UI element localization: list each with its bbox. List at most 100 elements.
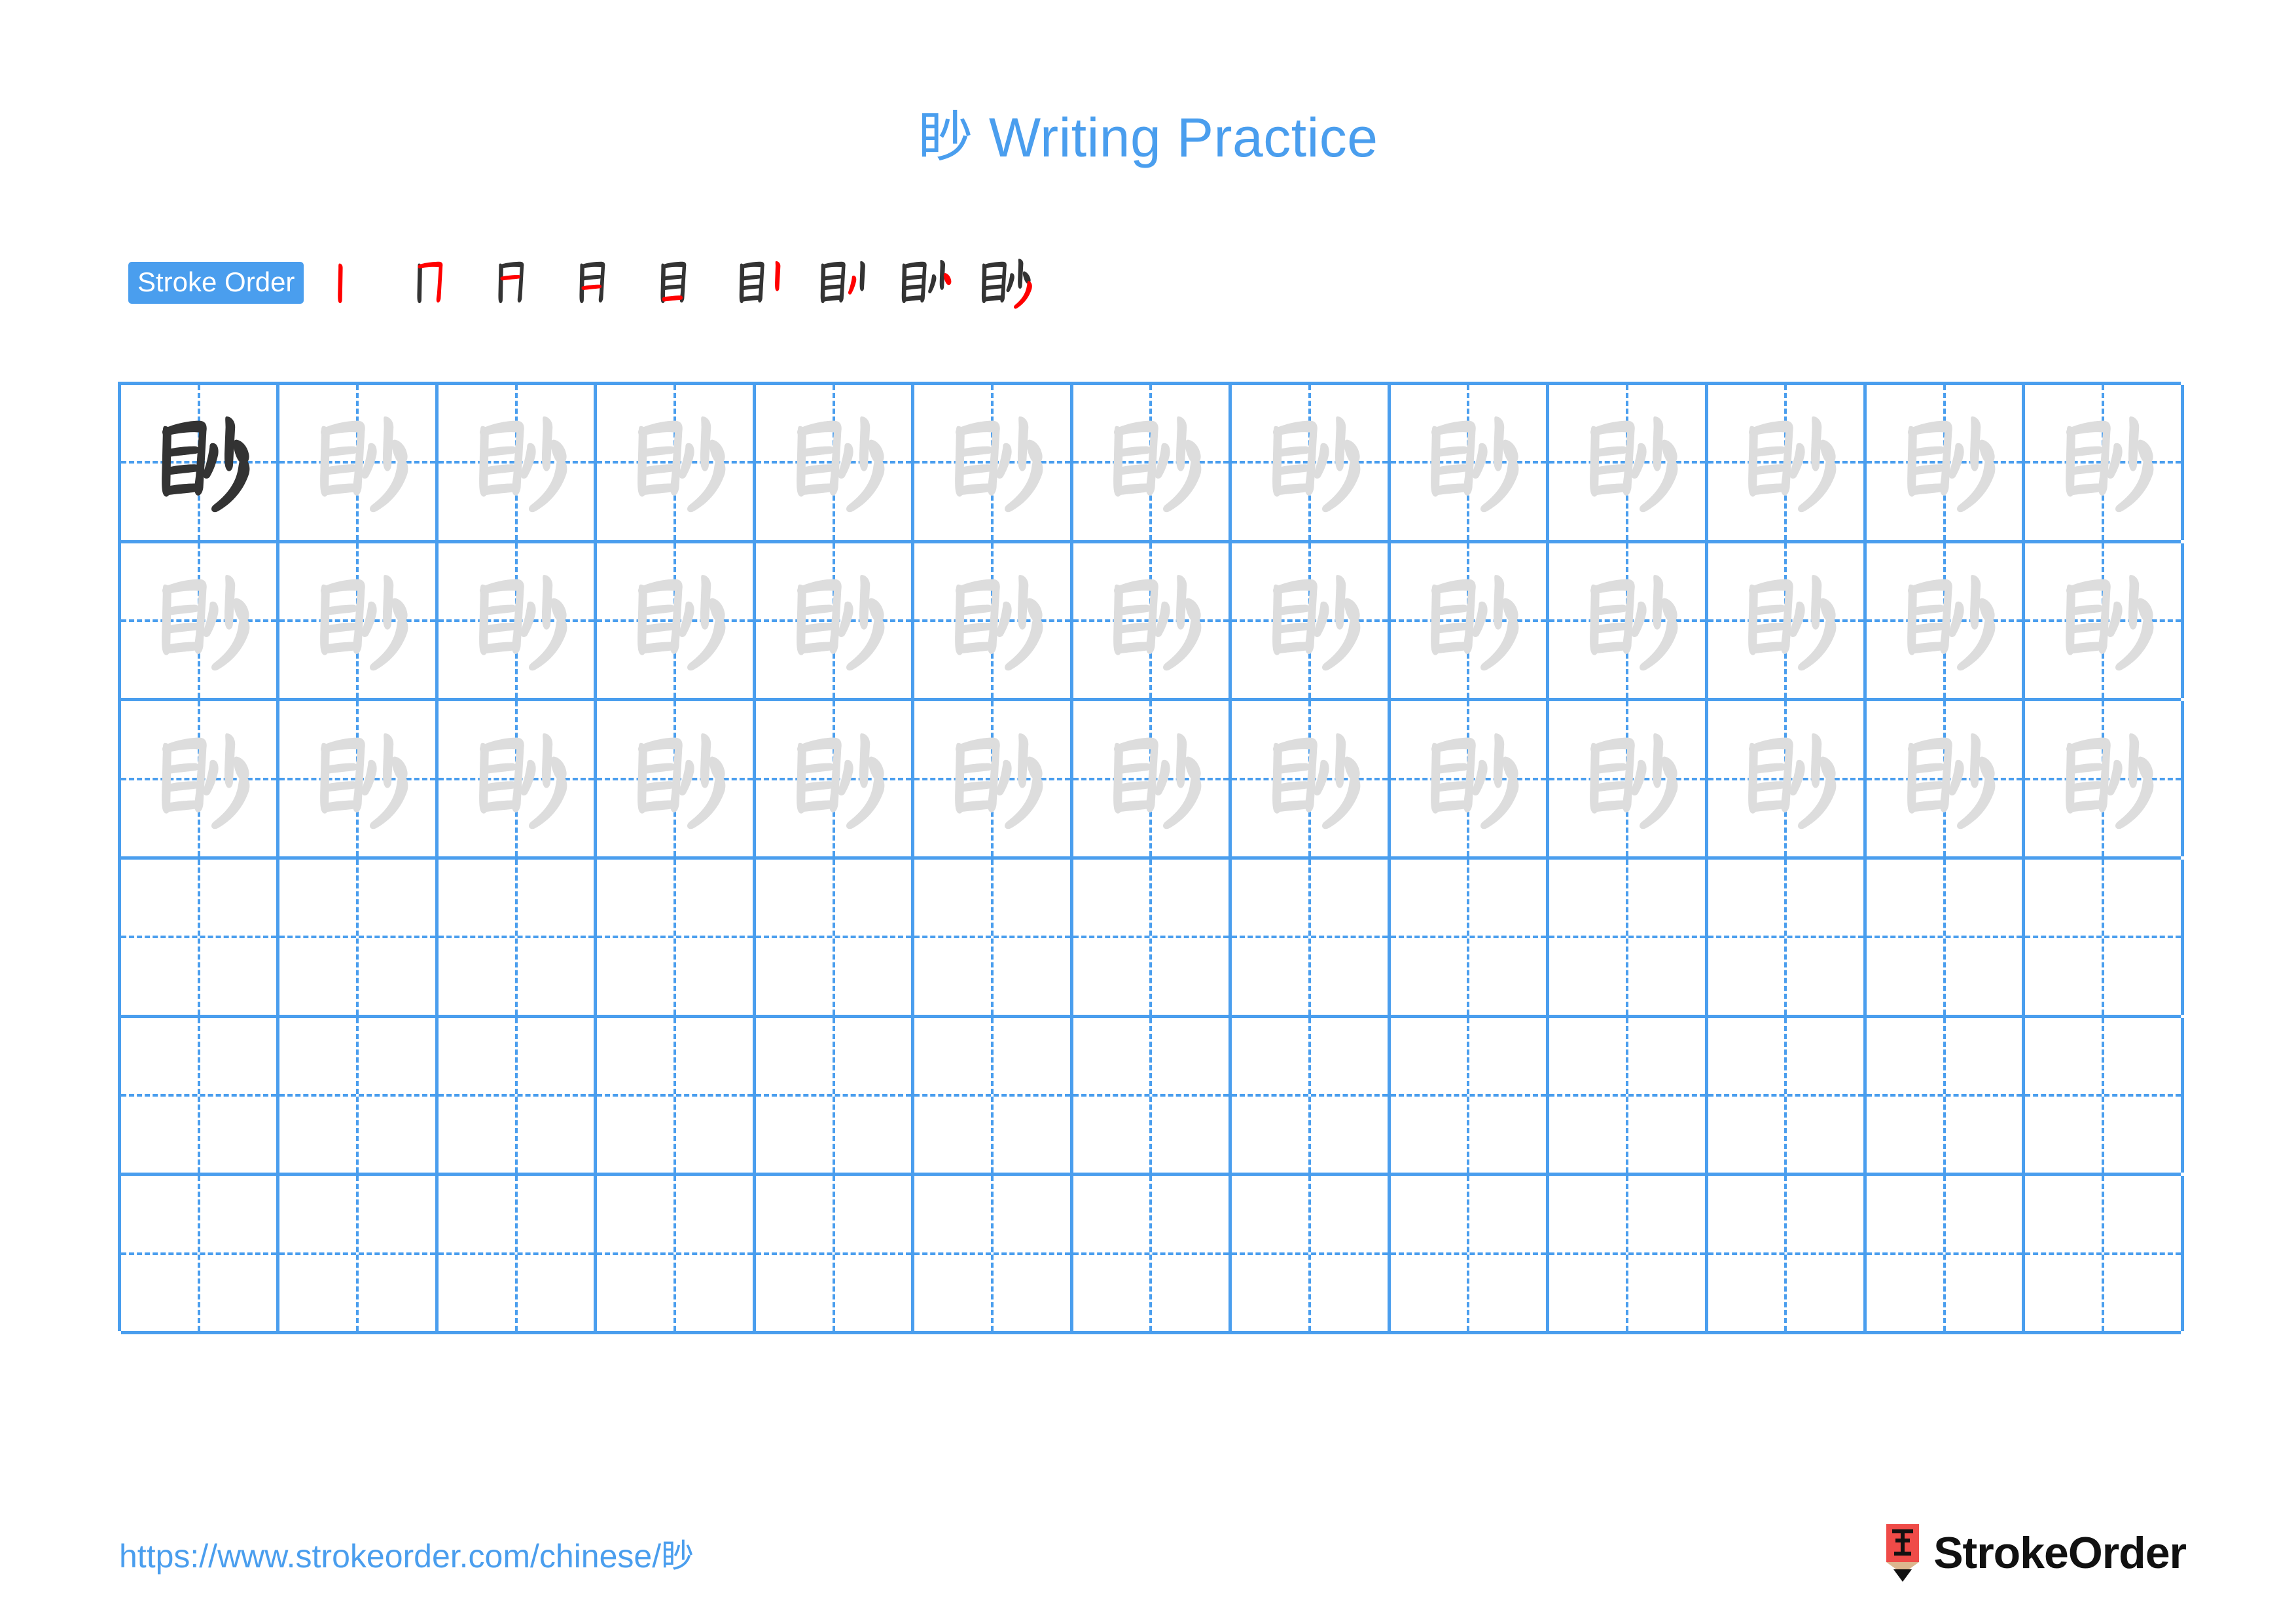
practice-grid[interactable] (118, 382, 2184, 1334)
practice-cell-blank[interactable] (1232, 1176, 1391, 1331)
practice-cell-blank[interactable] (439, 859, 598, 1015)
practice-cell-trace[interactable] (1867, 701, 2026, 856)
practice-cell-trace[interactable] (1708, 385, 1867, 540)
practice-cell-trace[interactable] (279, 543, 439, 699)
practice-cell-trace[interactable] (756, 543, 915, 699)
practice-cell-blank[interactable] (1073, 1176, 1232, 1331)
practice-cell-trace[interactable] (121, 543, 280, 699)
practice-cell-blank[interactable] (439, 1017, 598, 1173)
practice-cell-trace[interactable] (439, 701, 598, 856)
practice-cell-trace[interactable] (279, 701, 439, 856)
practice-grid-row (121, 1176, 2184, 1334)
practice-cell-trace[interactable] (1391, 701, 1550, 856)
practice-cell-trace[interactable] (1232, 543, 1391, 699)
practice-cell-blank[interactable] (914, 859, 1073, 1015)
practice-cell-trace[interactable] (914, 385, 1073, 540)
trace-character-glyph (1549, 543, 1704, 699)
practice-cell-trace[interactable] (756, 701, 915, 856)
practice-cell-blank[interactable] (756, 1017, 915, 1173)
practice-cell-blank[interactable] (1391, 1017, 1550, 1173)
trace-character-glyph (1549, 385, 1704, 540)
trace-character-glyph (279, 543, 435, 699)
practice-cell-trace[interactable] (1073, 701, 1232, 856)
practice-cell-trace[interactable] (1549, 543, 1708, 699)
practice-cell-blank[interactable] (121, 1017, 280, 1173)
practice-cell-blank[interactable] (1867, 1017, 2026, 1173)
practice-cell-blank[interactable] (914, 1017, 1073, 1173)
practice-cell-trace[interactable] (597, 543, 756, 699)
brand-logo[interactable]: StrokeOrder (1884, 1524, 2187, 1582)
practice-cell-blank[interactable] (1391, 859, 1550, 1015)
practice-cell-blank[interactable] (121, 1176, 280, 1331)
practice-cell-trace[interactable] (279, 385, 439, 540)
practice-cell-trace[interactable] (1708, 543, 1867, 699)
trace-character-glyph (439, 385, 594, 540)
practice-cell-blank[interactable] (597, 1176, 756, 1331)
practice-cell-trace[interactable] (756, 385, 915, 540)
practice-cell-blank[interactable] (597, 1017, 756, 1173)
trace-character-glyph (1708, 701, 1863, 856)
practice-cell-trace[interactable] (1867, 543, 2026, 699)
practice-cell-blank[interactable] (1708, 1176, 1867, 1331)
trace-character-glyph (1708, 543, 1863, 699)
practice-cell-blank[interactable] (1073, 859, 1232, 1015)
trace-character-glyph (1391, 701, 1546, 856)
practice-cell-trace[interactable] (1232, 701, 1391, 856)
trace-character-glyph (1867, 385, 2022, 540)
practice-cell-blank[interactable] (279, 1176, 439, 1331)
practice-cell-blank[interactable] (279, 859, 439, 1015)
practice-cell-blank[interactable] (439, 1176, 598, 1331)
brand-name-text: StrokeOrder (1933, 1528, 2187, 1578)
trace-character-glyph (1549, 701, 1704, 856)
practice-cell-trace[interactable] (1232, 385, 1391, 540)
practice-cell-trace[interactable] (1867, 385, 2026, 540)
practice-cell-blank[interactable] (2025, 1176, 2184, 1331)
practice-cell-blank[interactable] (1549, 1017, 1708, 1173)
practice-cell-blank[interactable] (1708, 1017, 1867, 1173)
practice-cell-trace[interactable] (439, 543, 598, 699)
practice-cell-blank[interactable] (2025, 1017, 2184, 1173)
practice-cell-trace[interactable] (1391, 543, 1550, 699)
practice-cell-blank[interactable] (1708, 859, 1867, 1015)
stroke-step-4 (558, 253, 639, 313)
practice-cell-trace[interactable] (1073, 543, 1232, 699)
practice-cell-trace[interactable] (439, 385, 598, 540)
trace-character-glyph (1867, 543, 2022, 699)
practice-cell-trace[interactable] (914, 701, 1073, 856)
practice-cell-blank[interactable] (597, 859, 756, 1015)
trace-character-glyph (914, 543, 1069, 699)
practice-cell-trace[interactable] (914, 543, 1073, 699)
practice-cell-blank[interactable] (756, 859, 915, 1015)
practice-cell-blank[interactable] (1867, 859, 2026, 1015)
trace-character-glyph (597, 385, 752, 540)
practice-cell-blank[interactable] (1232, 1017, 1391, 1173)
practice-cell-model[interactable] (121, 385, 280, 540)
practice-cell-blank[interactable] (1391, 1176, 1550, 1331)
practice-cell-trace[interactable] (2025, 543, 2184, 699)
practice-cell-trace[interactable] (1549, 701, 1708, 856)
practice-cell-trace[interactable] (1549, 385, 1708, 540)
practice-cell-trace[interactable] (597, 385, 756, 540)
practice-cell-trace[interactable] (2025, 701, 2184, 856)
footer-url-link[interactable]: https://www.strokeorder.com/chinese/眇 (119, 1540, 694, 1573)
practice-cell-trace[interactable] (2025, 385, 2184, 540)
stroke-step-1 (314, 253, 395, 313)
practice-cell-blank[interactable] (1073, 1017, 1232, 1173)
practice-cell-blank[interactable] (1867, 1176, 2026, 1331)
practice-cell-blank[interactable] (2025, 859, 2184, 1015)
practice-cell-trace[interactable] (1391, 385, 1550, 540)
trace-character-glyph (914, 701, 1069, 856)
trace-character-glyph (2025, 701, 2180, 856)
practice-cell-blank[interactable] (279, 1017, 439, 1173)
trace-character-glyph (1867, 701, 2022, 856)
practice-cell-blank[interactable] (756, 1176, 915, 1331)
practice-cell-trace[interactable] (597, 701, 756, 856)
practice-cell-trace[interactable] (1708, 701, 1867, 856)
practice-cell-blank[interactable] (1549, 859, 1708, 1015)
practice-cell-blank[interactable] (121, 859, 280, 1015)
practice-cell-trace[interactable] (1073, 385, 1232, 540)
practice-cell-blank[interactable] (1232, 859, 1391, 1015)
practice-cell-trace[interactable] (121, 701, 280, 856)
practice-cell-blank[interactable] (1549, 1176, 1708, 1331)
practice-cell-blank[interactable] (914, 1176, 1073, 1331)
